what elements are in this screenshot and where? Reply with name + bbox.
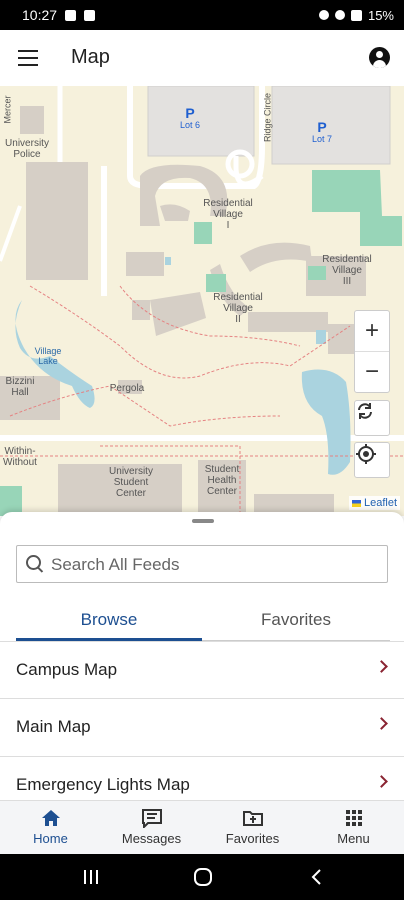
back-icon xyxy=(311,869,321,885)
status-time: 10:27 xyxy=(22,7,58,23)
list-item-label: Campus Map xyxy=(16,660,118,679)
chevron-right-icon xyxy=(375,660,388,673)
app-bar: Map xyxy=(0,30,404,86)
recent-apps-button[interactable] xyxy=(82,868,100,891)
page-title: Map xyxy=(71,46,110,68)
zoom-control: + − xyxy=(354,310,390,393)
signal-icon xyxy=(350,9,362,21)
search-icon xyxy=(26,555,41,570)
tab-favorites[interactable]: Favorites xyxy=(202,603,390,641)
home-system-button[interactable] xyxy=(193,868,213,891)
nav-home[interactable]: Home xyxy=(0,801,101,855)
map-label-within-without: Within- Without xyxy=(3,446,37,468)
nav-home-label: Home xyxy=(33,831,68,846)
zoom-out-button[interactable]: − xyxy=(355,351,389,392)
feeds-sheet: Browse Favorites Campus Map Main Map Eme… xyxy=(0,512,404,800)
map-label-residential-village-i: Residential Village I xyxy=(203,198,253,231)
notification-icon xyxy=(65,9,77,21)
chevron-right-icon xyxy=(375,775,388,788)
nav-menu-label: Menu xyxy=(337,831,370,846)
bottom-nav: Home Messages Favorites Menu xyxy=(0,800,404,855)
map-label-ridge-circle: Ridge Circle xyxy=(262,92,273,143)
menu-icon[interactable] xyxy=(18,50,38,66)
back-button[interactable] xyxy=(310,868,324,891)
map-label-village-lake: Village Lake xyxy=(34,346,62,366)
list-item-label: Emergency Lights Map xyxy=(16,775,190,794)
search-input[interactable] xyxy=(49,546,383,584)
map-label-mercer: Mercer xyxy=(2,95,13,124)
nav-menu[interactable]: Menu xyxy=(303,801,404,855)
locate-icon xyxy=(356,444,376,464)
list-item-emergency-lights-map[interactable]: Emergency Lights Map xyxy=(0,756,404,800)
messages-icon xyxy=(141,808,163,830)
refresh-map-button[interactable] xyxy=(354,400,390,436)
recent-apps-icon xyxy=(84,870,98,884)
map-label-residential-village-iii: Residential Village III xyxy=(322,254,372,287)
home-circle-icon xyxy=(194,868,212,886)
mute-icon xyxy=(318,10,329,20)
refresh-icon xyxy=(358,403,372,419)
nav-messages[interactable]: Messages xyxy=(101,801,202,855)
tab-bar: Browse Favorites xyxy=(0,603,404,641)
tab-browse[interactable]: Browse xyxy=(16,603,202,641)
battery-level: 15% xyxy=(367,7,394,23)
map-label-student-center: University Student Center xyxy=(109,466,153,499)
map-tiles xyxy=(0,86,404,516)
wifi-icon xyxy=(334,10,345,20)
map-label-student-health-center: Student Health Center xyxy=(204,464,240,497)
map-label-pergola: Pergola xyxy=(109,383,145,394)
map-attribution[interactable]: Leaflet xyxy=(348,496,400,510)
zoom-in-button[interactable]: + xyxy=(355,311,389,351)
system-nav-bar xyxy=(0,854,404,900)
list-item-campus-map[interactable]: Campus Map xyxy=(0,641,404,698)
list-item-label: Main Map xyxy=(16,717,91,736)
parking-lot-7: P Lot 7 xyxy=(312,119,333,144)
favorites-folder-icon xyxy=(242,808,264,828)
account-icon[interactable] xyxy=(369,47,390,68)
locate-me-button[interactable] xyxy=(354,442,390,478)
map-label-university-police: University Police xyxy=(5,138,49,160)
list-item-main-map[interactable]: Main Map xyxy=(0,698,404,755)
status-bar: 10:27 15% xyxy=(0,0,404,30)
nav-favorites[interactable]: Favorites xyxy=(202,801,303,855)
gallery-icon xyxy=(84,9,96,21)
nav-messages-label: Messages xyxy=(121,831,182,846)
chevron-right-icon xyxy=(375,717,388,730)
parking-lot-6: P Lot 6 xyxy=(180,105,201,130)
grid-menu-icon xyxy=(343,808,365,828)
sheet-drag-handle[interactable] xyxy=(192,519,214,523)
ukraine-flag-icon xyxy=(351,499,361,507)
home-icon xyxy=(40,808,62,828)
map-label-bizzini-hall: Bizzini Hall xyxy=(5,376,35,398)
map-label-residential-village-ii: Residential Village II xyxy=(213,292,263,325)
search-field[interactable] xyxy=(16,545,388,584)
nav-favorites-label: Favorites xyxy=(225,831,280,846)
campus-map[interactable]: P Lot 6 P Lot 7 University Police Resident… xyxy=(0,86,404,516)
